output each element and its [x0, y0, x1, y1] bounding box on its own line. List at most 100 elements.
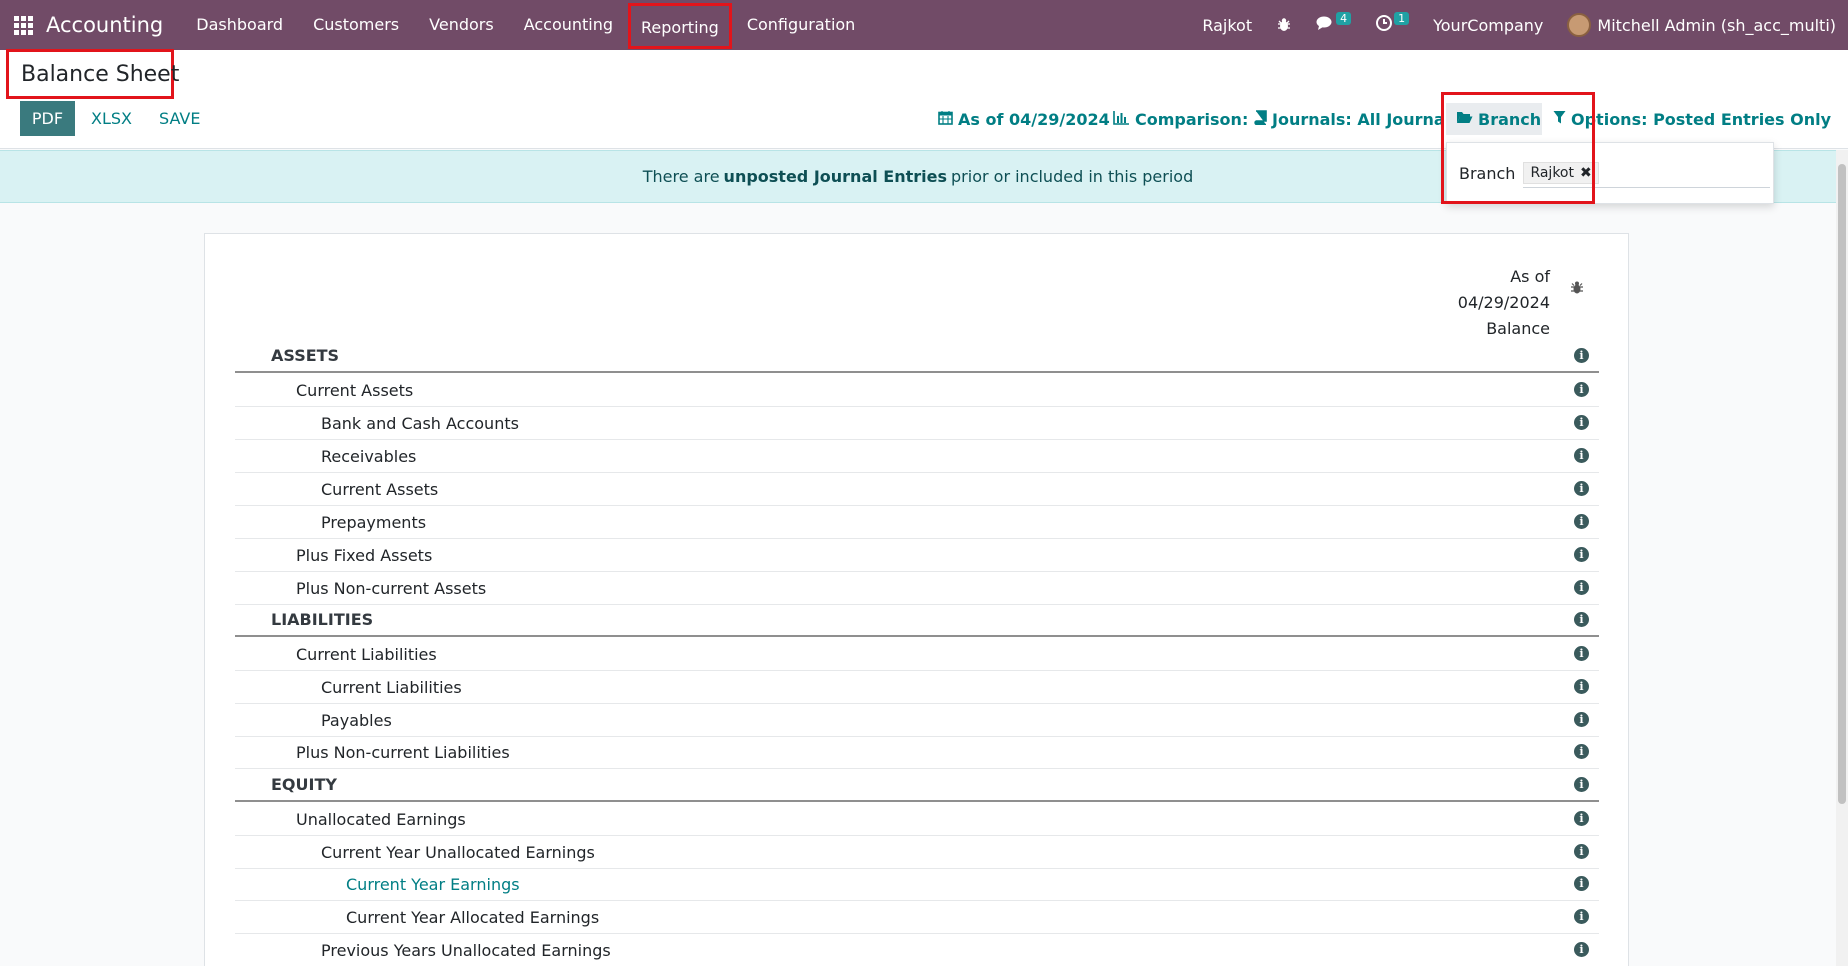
report-line-label: Prepayments: [321, 512, 427, 532]
report-line[interactable]: Plus Fixed Assets i: [235, 539, 1599, 572]
branch-filter-label: Branch: [1478, 109, 1542, 129]
report-line-label: Bank and Cash Accounts: [321, 413, 519, 433]
column-header-line: As of: [1510, 267, 1550, 286]
report-line[interactable]: Current Year Earnings i: [235, 868, 1599, 901]
remove-tag-icon[interactable]: ✖: [1580, 165, 1592, 181]
info-icon[interactable]: i: [1574, 415, 1589, 430]
report-line[interactable]: Plus Non-current Liabilities i: [235, 736, 1599, 769]
report-line[interactable]: Payables i: [235, 704, 1599, 737]
report-line[interactable]: Plus Non-current Assets i: [235, 572, 1599, 605]
debug-icon[interactable]: [1264, 17, 1304, 33]
user-menu[interactable]: Mitchell Admin (sh_acc_multi): [1555, 13, 1848, 37]
page-title: Balance Sheet: [6, 49, 179, 99]
report-line-label: Current Assets: [321, 479, 439, 499]
report-line-label: EQUITY: [271, 775, 337, 794]
info-icon[interactable]: i: [1574, 744, 1589, 759]
messages-button[interactable]: 4: [1304, 11, 1363, 35]
branch-dropdown-label: Branch: [1459, 163, 1516, 183]
report-line[interactable]: Current Liabilities i: [235, 671, 1599, 704]
info-icon[interactable]: i: [1574, 909, 1589, 924]
report-line-label: Current Assets: [296, 380, 414, 400]
app-name[interactable]: Accounting: [46, 13, 163, 37]
apps-menu-icon[interactable]: [0, 0, 46, 50]
info-icon[interactable]: i: [1574, 811, 1589, 826]
report-line-label: Current Year Unallocated Earnings: [321, 842, 595, 862]
activities-button[interactable]: 1: [1363, 11, 1421, 36]
report-line-label: LIABILITIES: [271, 610, 374, 629]
report-line[interactable]: Bank and Cash Accounts i: [235, 407, 1599, 440]
report-line-label: Unallocated Earnings: [296, 809, 466, 829]
menu-customers[interactable]: Customers: [298, 0, 414, 50]
bug-icon[interactable]: [1570, 280, 1584, 299]
info-icon[interactable]: i: [1574, 942, 1589, 957]
alert-link[interactable]: unposted Journal Entries: [724, 167, 947, 186]
alert-text-after: prior or included in this period: [951, 167, 1194, 186]
info-icon[interactable]: i: [1574, 514, 1589, 529]
alert-text-before: There are: [642, 167, 720, 186]
menu-vendors[interactable]: Vendors: [414, 0, 509, 50]
report-line[interactable]: Prepayments i: [235, 506, 1599, 539]
menu-configuration[interactable]: Configuration: [732, 0, 871, 50]
comparison-filter[interactable]: Comparison:: [1113, 103, 1248, 135]
info-icon[interactable]: i: [1574, 777, 1589, 792]
report-line[interactable]: Current Year Allocated Earnings i: [235, 901, 1599, 934]
report-line-label: ASSETS: [271, 346, 340, 365]
report-line-label: Current Liabilities: [296, 644, 437, 664]
report-line[interactable]: Current Assets i: [235, 374, 1599, 407]
info-icon[interactable]: i: [1574, 348, 1589, 363]
journals-filter[interactable]: Journals: All Journals: [1253, 103, 1460, 135]
branch-dropdown: Branch Rajkot ✖: [1446, 142, 1774, 204]
report-filters: As of 04/29/2024 Comparison: Journals: A…: [0, 103, 1848, 135]
info-icon[interactable]: i: [1574, 612, 1589, 627]
report-line[interactable]: Previous Years Unallocated Earnings i: [235, 934, 1599, 966]
calendar-icon: [938, 110, 953, 129]
info-icon[interactable]: i: [1574, 876, 1589, 891]
scrollbar[interactable]: [1836, 150, 1848, 966]
messages-count-badge: 4: [1336, 11, 1352, 25]
menu-reporting[interactable]: Reporting: [628, 2, 732, 49]
report-line-label: Payables: [321, 710, 392, 730]
menu-accounting[interactable]: Accounting: [509, 0, 628, 50]
report-line-label: Receivables: [321, 446, 417, 466]
report-line-label: Current Liabilities: [321, 677, 462, 697]
company-switcher[interactable]: YourCompany: [1421, 16, 1555, 35]
info-icon[interactable]: i: [1574, 382, 1589, 397]
info-icon[interactable]: i: [1574, 679, 1589, 694]
options-filter[interactable]: Options: Posted Entries Only: [1553, 103, 1831, 135]
info-icon[interactable]: i: [1574, 481, 1589, 496]
date-filter[interactable]: As of 04/29/2024: [938, 103, 1110, 135]
report-line[interactable]: Current Year Unallocated Earnings i: [235, 836, 1599, 869]
date-filter-label: As of 04/29/2024: [958, 109, 1110, 129]
column-header-line: Balance: [1486, 319, 1550, 338]
options-filter-label: Options: Posted Entries Only: [1571, 109, 1832, 129]
folder-open-icon: [1456, 110, 1473, 128]
report-line[interactable]: Receivables i: [235, 440, 1599, 473]
info-icon[interactable]: i: [1574, 547, 1589, 562]
journals-filter-label: Journals: All Journals: [1272, 109, 1460, 129]
activities-count-badge: 1: [1394, 11, 1410, 25]
info-icon[interactable]: i: [1574, 712, 1589, 727]
bar-chart-icon: [1113, 110, 1130, 129]
report-line[interactable]: Current Liabilities i: [235, 638, 1599, 671]
branch-switcher[interactable]: Rajkot: [1190, 16, 1264, 35]
report-line[interactable]: ASSETS i: [235, 340, 1599, 373]
info-icon[interactable]: i: [1574, 646, 1589, 661]
branch-filter[interactable]: Branch: [1446, 103, 1542, 135]
report-line-label: Previous Years Unallocated Earnings: [321, 940, 611, 960]
filter-icon: [1553, 110, 1566, 128]
report-line[interactable]: LIABILITIES i: [235, 604, 1599, 637]
top-navbar: Accounting Dashboard Customers Vendors A…: [0, 0, 1848, 50]
info-icon[interactable]: i: [1574, 580, 1589, 595]
menu-dashboard[interactable]: Dashboard: [181, 0, 298, 50]
report-line[interactable]: Current Assets i: [235, 473, 1599, 506]
report-line-label: Plus Non-current Liabilities: [296, 742, 510, 762]
column-header-line: 04/29/2024: [1457, 293, 1550, 312]
report-line-label: Plus Fixed Assets: [296, 545, 433, 565]
report-line[interactable]: Unallocated Earnings i: [235, 803, 1599, 836]
branch-select-field[interactable]: Rajkot ✖: [1523, 158, 1771, 188]
comparison-filter-label: Comparison:: [1135, 109, 1249, 129]
scroll-thumb[interactable]: [1838, 164, 1846, 804]
info-icon[interactable]: i: [1574, 844, 1589, 859]
info-icon[interactable]: i: [1574, 448, 1589, 463]
report-line[interactable]: EQUITY i: [235, 769, 1599, 802]
